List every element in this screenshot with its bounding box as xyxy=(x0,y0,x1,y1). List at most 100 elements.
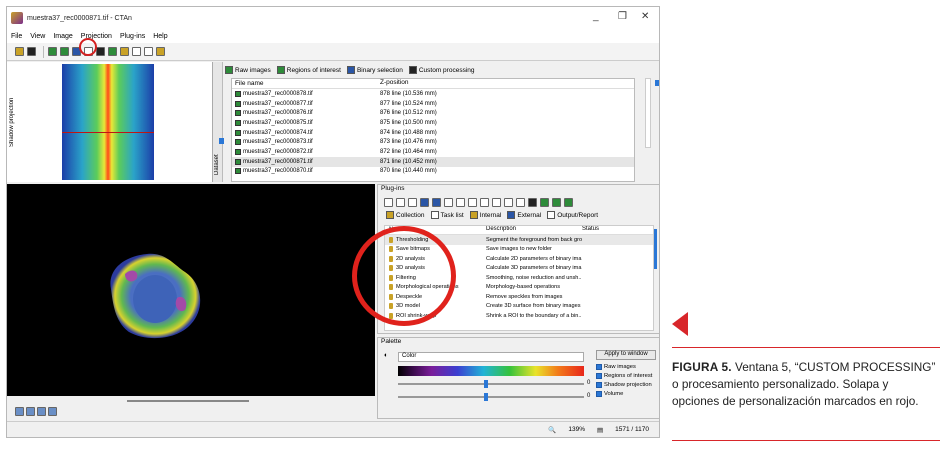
tab-custom-processing[interactable]: Custom processing xyxy=(408,66,475,74)
minimize-button[interactable]: _ xyxy=(593,11,599,22)
view-single-icon[interactable] xyxy=(15,407,24,416)
file-list-scrollbar[interactable] xyxy=(645,78,651,148)
z-position: 873 line (10.476 mm) xyxy=(380,139,437,146)
tab-label: Binary selection xyxy=(356,66,403,74)
stop-icon[interactable] xyxy=(408,197,417,207)
image-file-icon xyxy=(235,110,241,117)
custom-processing-icon[interactable] xyxy=(96,47,105,56)
back-icon[interactable] xyxy=(384,197,393,207)
shadow-projection-image[interactable] xyxy=(62,64,154,180)
tab-collection[interactable]: Collection xyxy=(386,211,425,219)
table-row[interactable]: muestra37_rec0000877.tif 877 line (10.524… xyxy=(232,99,634,109)
copy-icon[interactable] xyxy=(468,197,477,207)
model-icon[interactable] xyxy=(108,47,117,56)
checkbox[interactable] xyxy=(596,363,602,370)
speaker-icon[interactable] xyxy=(156,47,165,56)
toolbar-separator xyxy=(43,45,44,58)
apply-to-window-button[interactable]: Apply to window xyxy=(596,350,656,360)
scroll-thumb-top[interactable] xyxy=(655,80,659,86)
tab-regions-of-interest[interactable]: Regions of interest xyxy=(276,66,341,74)
tab-external[interactable]: External xyxy=(507,211,541,219)
caption-divider-top xyxy=(672,347,940,348)
preview-icon[interactable] xyxy=(540,197,549,207)
contrast-slider[interactable] xyxy=(398,396,584,398)
run-all-icon[interactable] xyxy=(564,197,573,207)
file-name: muestra37_rec0000873.tif xyxy=(243,139,313,146)
plugin-description: Save images to new folder xyxy=(486,246,552,253)
view-split-icon[interactable] xyxy=(26,407,35,416)
highlight-circle-plugins xyxy=(352,226,456,326)
panel-splitter-handle[interactable] xyxy=(219,138,224,144)
figure-caption: FIGURA 5. Ventana 5, “CUSTOM PROCESSING”… xyxy=(672,359,938,410)
paste-icon[interactable] xyxy=(480,197,489,207)
raw-images-icon[interactable] xyxy=(48,47,57,56)
slice-scrollbar[interactable] xyxy=(127,400,249,402)
chart-icon[interactable] xyxy=(120,47,129,56)
dataset-side-tab[interactable]: Dataset xyxy=(213,62,223,182)
contrast-slider-thumb[interactable] xyxy=(484,393,488,401)
apply-icon[interactable] xyxy=(552,197,561,207)
close-button[interactable]: ✕ xyxy=(641,11,649,22)
brightness-slider[interactable] xyxy=(398,383,584,385)
table-row[interactable]: muestra37_rec0000878.tif 878 line (10.536… xyxy=(232,89,634,99)
slice-image-view[interactable] xyxy=(7,184,375,396)
up-icon[interactable] xyxy=(420,197,429,207)
table-row[interactable]: muestra37_rec0000870.tif 870 line (10.440… xyxy=(232,167,634,177)
view-grid-icon[interactable] xyxy=(37,407,46,416)
settings-icon[interactable] xyxy=(492,197,501,207)
file-name: muestra37_rec0000870.tif xyxy=(243,168,313,175)
tab-internal[interactable]: Internal xyxy=(469,211,501,219)
tab-binary-selection[interactable]: Binary selection xyxy=(346,66,403,74)
plugin-list-scrollbar[interactable] xyxy=(654,229,657,269)
zoom-icon: 🔍 xyxy=(548,426,557,434)
help-icon[interactable] xyxy=(516,197,525,207)
tab-raw-images[interactable]: Raw images xyxy=(225,66,271,74)
checkbox[interactable] xyxy=(596,372,602,379)
check-regions-of-interest[interactable]: Regions of interest xyxy=(596,371,656,380)
checkbox[interactable] xyxy=(596,390,602,397)
column-description[interactable]: Description xyxy=(486,226,582,234)
file-name-cell: muestra37_rec0000875.tif xyxy=(235,119,380,126)
palette-select[interactable]: Color xyxy=(398,352,584,362)
check-raw-images[interactable]: Raw images xyxy=(596,362,656,371)
play-icon[interactable] xyxy=(396,197,405,207)
column-z-position[interactable]: Z-position xyxy=(380,79,500,88)
rotate-icon[interactable] xyxy=(144,47,153,56)
menu-file[interactable]: File xyxy=(11,33,22,40)
delete-icon[interactable] xyxy=(456,197,465,207)
tab-output-report[interactable]: Output/Report xyxy=(547,211,598,219)
slice-position-line[interactable] xyxy=(62,132,154,133)
checkbox[interactable] xyxy=(596,381,602,388)
table-row[interactable]: muestra37_rec0000872.tif 872 line (10.464… xyxy=(232,147,634,157)
table-row[interactable]: muestra37_rec0000876.tif 876 line (10.512… xyxy=(232,108,634,118)
table-row[interactable]: muestra37_rec0000874.tif 874 line (10.488… xyxy=(232,128,634,138)
menu-image[interactable]: Image xyxy=(53,33,72,40)
plugin-description: Shrink a ROI to the boundary of a bin... xyxy=(486,312,582,319)
brightness-slider-thumb[interactable] xyxy=(484,380,488,388)
open-folder-icon[interactable] xyxy=(15,47,24,56)
menu-help[interactable]: Help xyxy=(153,33,167,40)
checkbox-label: Regions of interest xyxy=(604,372,653,379)
add-icon[interactable] xyxy=(444,197,453,207)
maximize-button[interactable]: ❐ xyxy=(618,11,627,22)
view-3d-icon[interactable] xyxy=(48,407,57,416)
raw-images-icon xyxy=(225,66,233,74)
checkbox-label: Shadow projection xyxy=(604,381,652,388)
arrow-icon[interactable] xyxy=(27,47,36,56)
table-row[interactable]: muestra37_rec0000875.tif 875 line (10.500… xyxy=(232,118,634,128)
menu-view[interactable]: View xyxy=(30,33,45,40)
roi-icon[interactable] xyxy=(60,47,69,56)
check-volume[interactable]: Volume xyxy=(596,389,656,398)
table-row[interactable]: muestra37_rec0000873.tif 873 line (10.476… xyxy=(232,137,634,147)
tab-task-list[interactable]: Task list xyxy=(430,211,464,219)
check-shadow-projection[interactable]: Shadow projection xyxy=(596,380,656,389)
down-icon[interactable] xyxy=(432,197,441,207)
hand-icon[interactable] xyxy=(528,197,537,207)
column-file-name[interactable]: File name xyxy=(235,79,380,88)
table-row[interactable]: muestra37_rec0000871.tif 871 line (10.452… xyxy=(232,156,634,167)
info-icon[interactable] xyxy=(504,197,513,207)
menu-plugins[interactable]: Plug-ins xyxy=(120,33,145,40)
column-status[interactable]: Status xyxy=(582,226,599,234)
grid-icon[interactable] xyxy=(132,47,141,56)
caption-arrow-icon xyxy=(672,312,688,336)
